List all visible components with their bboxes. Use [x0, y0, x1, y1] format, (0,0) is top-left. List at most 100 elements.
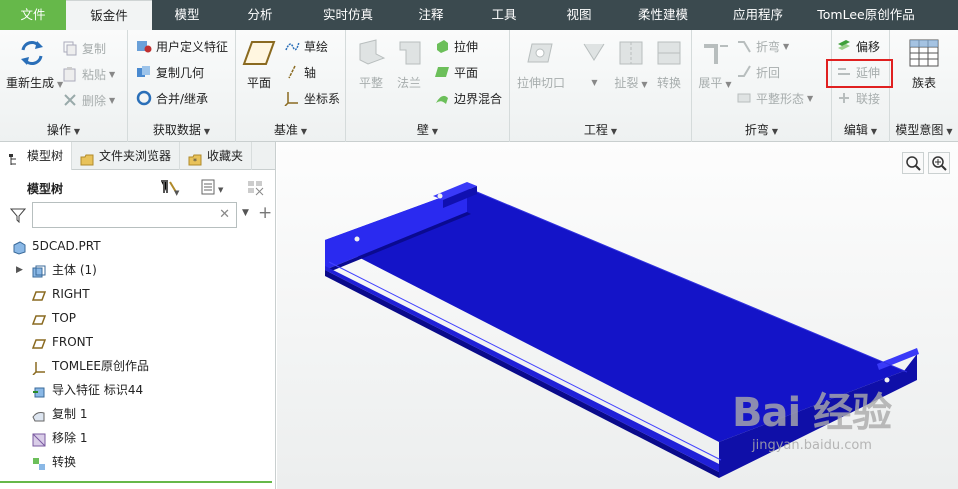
- tab-sheetmetal[interactable]: 钣金件: [66, 0, 152, 30]
- extrude-button[interactable]: 拉伸: [434, 34, 478, 58]
- planar-button[interactable]: 平面: [434, 60, 478, 84]
- flat-wall-icon: [354, 36, 388, 70]
- tree-node-part[interactable]: 5DCAD.PRT: [0, 234, 276, 258]
- convert-icon: [652, 36, 686, 70]
- sketch-button[interactable]: 草绘: [284, 34, 328, 58]
- csys-icon: [32, 359, 46, 376]
- convert-button[interactable]: 转换: [652, 36, 686, 91]
- remove-feature-icon: [32, 431, 46, 447]
- tree-node-convert[interactable]: 转换: [0, 450, 276, 474]
- ribbon: 重新生成 ▼ 复制 粘贴 ▼ 删除 ▼ 操作 ▼ 用户定义特征 复制几何 合并/继承: [0, 30, 958, 142]
- unbend-icon: [698, 36, 732, 70]
- group-label-model-intent[interactable]: 模型意图 ▼: [890, 121, 958, 138]
- group-model-intent: 族表 模型意图 ▼: [890, 30, 958, 142]
- group-label-operations[interactable]: 操作 ▼: [0, 121, 127, 138]
- filter-dropdown-icon[interactable]: ▼: [242, 208, 249, 218]
- copy-icon: [62, 40, 78, 56]
- regenerate-button[interactable]: 重新生成 ▼: [6, 36, 63, 91]
- merge-inherit-button[interactable]: 合并/继承: [136, 86, 208, 110]
- part-icon: [12, 239, 26, 255]
- tab-file[interactable]: 文件: [0, 0, 66, 30]
- copy-button[interactable]: 复制: [62, 36, 106, 60]
- clear-search-icon[interactable]: ✕: [219, 207, 230, 222]
- expand-arrow-icon[interactable]: ▶: [16, 258, 23, 282]
- datum-plane-icon: [31, 335, 47, 349]
- join-button[interactable]: 联接: [836, 86, 880, 110]
- graphics-window[interactable]: Bai 经验 jingyan.baidu.com: [277, 142, 958, 489]
- model-tree: 5DCAD.PRT ▶ 主体 (1) RIGHT TOP FRONT TOMLE…: [0, 234, 276, 474]
- flat-form-icon: [736, 90, 752, 106]
- group-label-datum[interactable]: 基准 ▼: [236, 121, 345, 138]
- notch-button[interactable]: ▼: [578, 36, 608, 88]
- tab-model[interactable]: 模型: [152, 0, 222, 30]
- family-table-button[interactable]: 族表: [904, 36, 944, 91]
- body-icon: [32, 263, 46, 278]
- tree-node-body[interactable]: ▶ 主体 (1): [0, 258, 276, 282]
- tab-annotate[interactable]: 注释: [398, 0, 464, 30]
- sketch-icon: [284, 38, 300, 54]
- axis-button[interactable]: 轴: [284, 60, 316, 84]
- group-label-wall[interactable]: 壁 ▼: [346, 121, 509, 138]
- tree-node-right-plane[interactable]: RIGHT: [0, 282, 276, 306]
- tree-filter-settings-icon[interactable]: [246, 178, 266, 199]
- copy-feature-icon: [32, 407, 46, 422]
- plane-icon: [242, 36, 276, 70]
- tree-header: 模型树 ▼ ▼: [0, 176, 276, 200]
- bend-back-button[interactable]: 折回: [736, 60, 780, 84]
- boundary-blend-button[interactable]: 边界混合: [434, 86, 502, 110]
- group-label-engineering[interactable]: 工程 ▼: [510, 121, 691, 138]
- add-filter-icon[interactable]: +: [258, 203, 272, 223]
- group-get-data: 用户定义特征 复制几何 合并/继承 获取数据 ▼: [128, 30, 236, 142]
- group-label-get-data[interactable]: 获取数据 ▼: [128, 121, 235, 138]
- copy-geometry-button[interactable]: 复制几何: [136, 60, 204, 84]
- tab-favorites[interactable]: * 收藏夹: [180, 142, 253, 170]
- model-tree-icon: [8, 149, 22, 165]
- copy-geometry-icon: [136, 64, 152, 80]
- filter-funnel-icon[interactable]: [9, 207, 27, 226]
- datum-plane-icon: [31, 311, 47, 325]
- tab-tools[interactable]: 工具: [464, 0, 544, 30]
- tab-tomlee[interactable]: TomLee原创作品: [804, 0, 928, 30]
- group-label-editing[interactable]: 编辑 ▼: [832, 121, 889, 138]
- tab-realtime-sim[interactable]: 实时仿真: [298, 0, 398, 30]
- flange-button[interactable]: 法兰: [392, 36, 426, 91]
- tree-title: 模型树: [27, 182, 64, 196]
- delete-button[interactable]: 删除 ▼: [62, 88, 115, 112]
- group-engineering: 拉伸切口 ▼ 扯裂 ▼ 转换 工程 ▼: [510, 30, 692, 142]
- plane-button[interactable]: 平面: [242, 36, 276, 91]
- panel-tabs: 模型树 文件夹浏览器 * 收藏夹: [0, 142, 275, 170]
- offset-button[interactable]: 偏移: [836, 34, 880, 58]
- tab-model-tree[interactable]: 模型树: [0, 142, 73, 170]
- tab-flexible-modeling[interactable]: 柔性建模: [614, 0, 712, 30]
- tree-filter-row: ✕ ▼ +: [8, 202, 273, 228]
- group-label-bend[interactable]: 折弯 ▼: [692, 121, 831, 138]
- tree-settings-icon[interactable]: ▼: [158, 178, 180, 199]
- tree-node-copy[interactable]: 复制 1: [0, 402, 276, 426]
- tree-node-csys[interactable]: TOMLEE原创作品: [0, 354, 276, 378]
- tree-node-remove[interactable]: 移除 1: [0, 426, 276, 450]
- flat-wall-button[interactable]: 平整: [354, 36, 388, 91]
- insert-indicator: [0, 481, 272, 483]
- svg-text:▼: ▼: [218, 186, 224, 194]
- unbend-button[interactable]: 展平 ▼: [698, 36, 732, 91]
- join-icon: [836, 90, 852, 106]
- csys-button[interactable]: 坐标系: [284, 86, 340, 110]
- convert-feature-icon: [32, 455, 46, 470]
- tab-applications[interactable]: 应用程序: [712, 0, 804, 30]
- tree-node-front-plane[interactable]: FRONT: [0, 330, 276, 354]
- offset-highlight-box: [826, 59, 893, 88]
- tree-columns-icon[interactable]: ▼: [200, 178, 228, 199]
- tab-view[interactable]: 视图: [544, 0, 614, 30]
- udf-button[interactable]: 用户定义特征: [136, 34, 228, 58]
- flat-form-button[interactable]: 平整形态 ▼: [736, 86, 813, 110]
- tree-search-input[interactable]: ✕: [32, 202, 237, 228]
- tree-node-top-plane[interactable]: TOP: [0, 306, 276, 330]
- tree-node-import-feature[interactable]: 导入特征 标识44: [0, 378, 276, 402]
- extrude-cut-button[interactable]: 拉伸切口: [516, 36, 566, 91]
- rip-button[interactable]: 扯裂 ▼: [614, 36, 648, 91]
- bend-button[interactable]: 折弯 ▼: [736, 34, 789, 58]
- paste-button[interactable]: 粘贴 ▼: [62, 62, 115, 86]
- tab-analysis[interactable]: 分析: [222, 0, 298, 30]
- extrude-cut-icon: [524, 36, 558, 70]
- tab-folder-browser[interactable]: 文件夹浏览器: [72, 142, 181, 170]
